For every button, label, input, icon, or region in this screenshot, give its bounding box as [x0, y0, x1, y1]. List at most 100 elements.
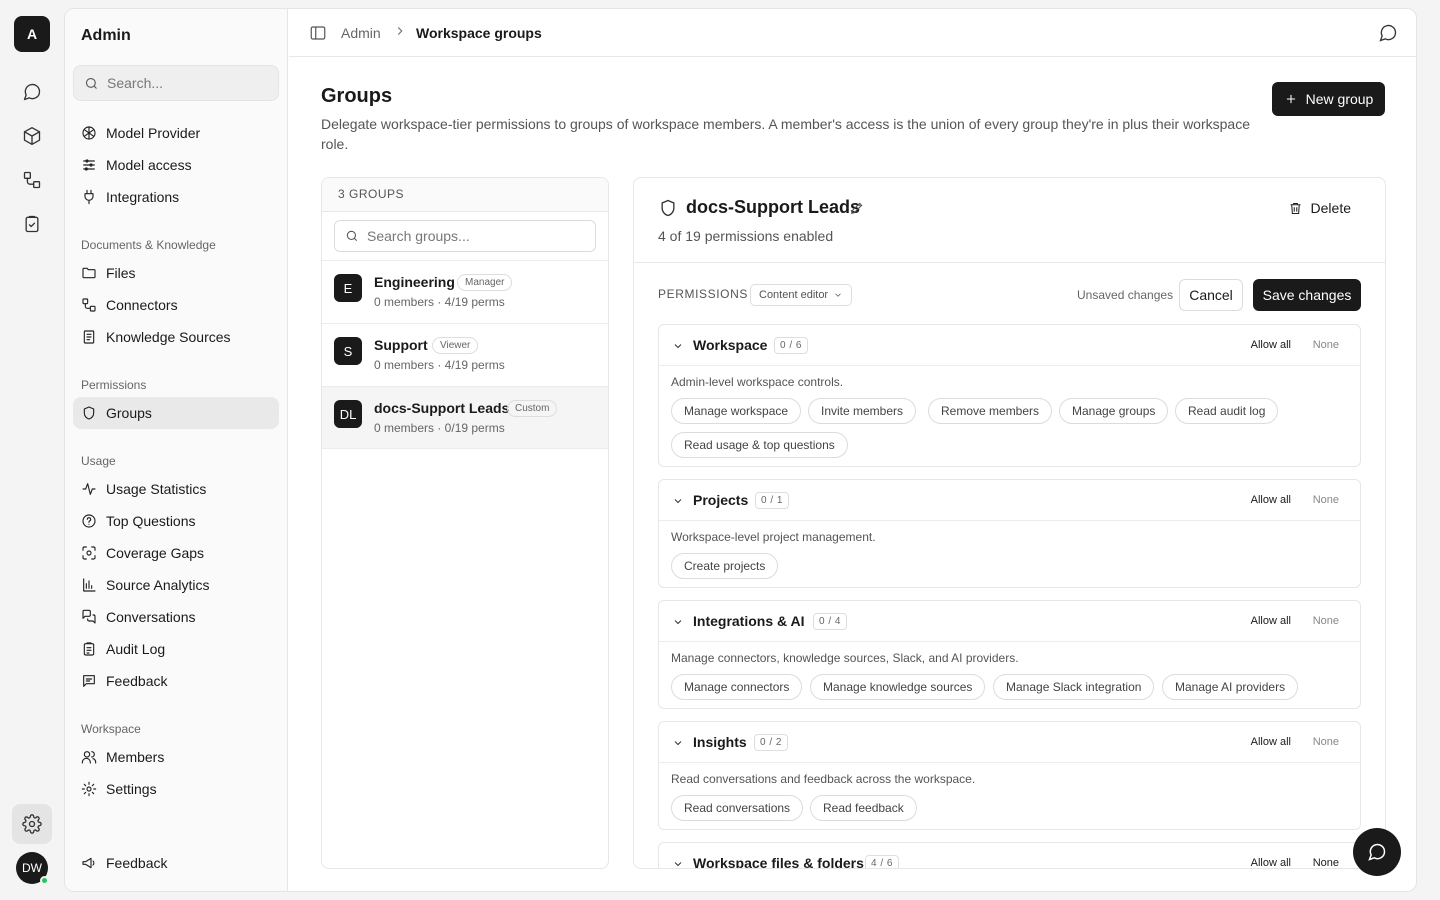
category-count: 0 / 4 [813, 613, 847, 630]
none-button[interactable]: None [1313, 339, 1339, 351]
sidebar-item-label: Connectors [106, 297, 178, 313]
group-name: docs-Support Leads [374, 400, 510, 416]
allow-all-button[interactable]: Allow all [1251, 736, 1291, 748]
chevron-down-icon[interactable] [672, 857, 684, 868]
sidebar-footer-feedback[interactable]: Feedback [73, 847, 279, 879]
sidebar-item-label: Source Analytics [106, 577, 210, 593]
chat-bubble-icon [1368, 843, 1386, 861]
permission-chip[interactable]: Manage workspace [671, 398, 802, 424]
rail-settings-button[interactable] [12, 804, 52, 844]
group-item-engineering[interactable]: E Engineering Manager 0 members · 4/19 p… [322, 260, 608, 323]
allow-all-button[interactable]: Allow all [1251, 494, 1291, 506]
group-avatar: S [334, 337, 362, 365]
permission-chip[interactable]: Read audit log [1175, 398, 1279, 424]
folder-icon [82, 267, 96, 279]
category-description: Read conversations and feedback across t… [671, 772, 976, 786]
sidebar-item-model-provider[interactable]: Model Provider [73, 117, 279, 149]
sidebar-item-top-questions[interactable]: Top Questions [73, 505, 279, 537]
sidebar-item-members[interactable]: Members [73, 741, 279, 773]
sidebar-item-usage-statistics[interactable]: Usage Statistics [73, 473, 279, 505]
permission-category-projects: Projects 0 / 1 Allow all None Workspace-… [658, 479, 1361, 588]
sidebar-search-input[interactable]: Search... [73, 65, 279, 101]
sidebar-item-feedback[interactable]: Feedback [73, 665, 279, 697]
none-button[interactable]: None [1313, 857, 1339, 868]
permission-chip[interactable]: Create projects [671, 553, 779, 579]
permission-chip[interactable]: Manage connectors [671, 674, 803, 700]
cancel-button[interactable]: Cancel [1179, 279, 1243, 311]
rail-tasks-button[interactable] [12, 204, 52, 244]
group-item-docs-support-leads[interactable]: DL docs-Support Leads Custom 0 members ·… [322, 386, 608, 449]
permission-chip[interactable]: Manage Slack integration [993, 674, 1155, 700]
search-placeholder: Search... [107, 75, 164, 91]
breadcrumb-parent[interactable]: Admin [341, 25, 381, 41]
category-header[interactable]: Workspace files & folders 4 / 6 Allow al… [659, 843, 1360, 868]
permission-chip[interactable]: Read feedback [810, 795, 917, 821]
chevron-down-icon[interactable] [672, 615, 684, 627]
none-button[interactable]: None [1313, 736, 1339, 748]
unsaved-changes-indicator: Unsaved changes [1077, 288, 1174, 302]
assistant-chat-button[interactable] [1378, 23, 1398, 43]
new-group-button[interactable]: New group [1272, 82, 1385, 116]
cube-icon [23, 127, 41, 145]
section-workspace: Workspace [81, 722, 141, 736]
sidebar-item-label: Audit Log [106, 641, 166, 657]
sidebar-item-label: Feedback [106, 673, 168, 689]
permission-chip[interactable]: Invite members [808, 398, 917, 424]
section-usage: Usage [81, 454, 116, 468]
category-header[interactable]: Workspace 0 / 6 Allow all None [659, 325, 1360, 366]
save-changes-button[interactable]: Save changes [1253, 279, 1361, 311]
none-button[interactable]: None [1313, 494, 1339, 506]
sidebar-item-settings[interactable]: Settings [73, 773, 279, 805]
permission-chip[interactable]: Read conversations [671, 795, 804, 821]
workspace-logo[interactable]: A [14, 16, 50, 52]
rail-chat-button[interactable] [12, 72, 52, 112]
chat-icon [23, 83, 41, 101]
sidebar-item-model-access[interactable]: Model access [73, 149, 279, 181]
rail-workflows-button[interactable] [12, 160, 52, 200]
support-chat-button[interactable] [1353, 828, 1401, 876]
connectors-icon [82, 298, 96, 312]
group-meta: 0 members · 4/19 perms [374, 295, 505, 309]
sidebar-item-conversations[interactable]: Conversations [73, 601, 279, 633]
chevron-down-icon[interactable] [672, 494, 684, 506]
category-header[interactable]: Insights 0 / 2 Allow all None [659, 722, 1360, 763]
groups-search-input[interactable]: Search groups... [334, 220, 596, 252]
preset-value: Content editor [759, 289, 829, 301]
sidebar-item-groups[interactable]: Groups [73, 397, 279, 429]
allow-all-button[interactable]: Allow all [1251, 857, 1291, 868]
question-icon [82, 514, 96, 528]
group-meta: 0 members · 0/19 perms [374, 421, 505, 435]
permission-chip[interactable]: Manage knowledge sources [810, 674, 986, 700]
sidebar-item-files[interactable]: Files [73, 257, 279, 289]
sidebar-item-integrations[interactable]: Integrations [73, 181, 279, 213]
delete-group-button[interactable]: Delete [1288, 200, 1351, 216]
none-button[interactable]: None [1313, 615, 1339, 627]
permission-chip[interactable]: Manage AI providers [1162, 674, 1299, 700]
sidebar-item-knowledge-sources[interactable]: Knowledge Sources [73, 321, 279, 353]
section-permissions: Permissions [81, 378, 147, 392]
preset-dropdown[interactable]: Content editor [750, 284, 853, 306]
page-title: Groups [321, 85, 393, 107]
sidebar-item-coverage-gaps[interactable]: Coverage Gaps [73, 537, 279, 569]
category-header[interactable]: Projects 0 / 1 Allow all None [659, 480, 1360, 521]
edit-name-button[interactable] [849, 200, 865, 216]
sidebar-toggle-button[interactable] [309, 24, 327, 42]
rail-projects-button[interactable] [12, 116, 52, 156]
allow-all-button[interactable]: Allow all [1251, 615, 1291, 627]
sidebar-item-audit-log[interactable]: Audit Log [73, 633, 279, 665]
category-count: 0 / 2 [754, 734, 788, 751]
allow-all-button[interactable]: Allow all [1251, 339, 1291, 351]
category-header[interactable]: Integrations & AI 0 / 4 Allow all None [659, 601, 1360, 642]
sidebar-item-connectors[interactable]: Connectors [73, 289, 279, 321]
permission-chip[interactable]: Manage groups [1059, 398, 1169, 424]
chevron-down-icon[interactable] [672, 736, 684, 748]
search-icon [85, 77, 97, 89]
permission-chip[interactable]: Remove members [928, 398, 1053, 424]
sidebar-item-source-analytics[interactable]: Source Analytics [73, 569, 279, 601]
permission-chip[interactable]: Read usage & top questions [671, 432, 848, 458]
group-item-support[interactable]: S Support Viewer 0 members · 4/19 perms [322, 323, 608, 386]
user-avatar[interactable]: DW [16, 852, 49, 885]
category-name: Projects [693, 492, 749, 508]
sidebar-item-label: Top Questions [106, 513, 196, 529]
chevron-down-icon[interactable] [672, 339, 684, 351]
